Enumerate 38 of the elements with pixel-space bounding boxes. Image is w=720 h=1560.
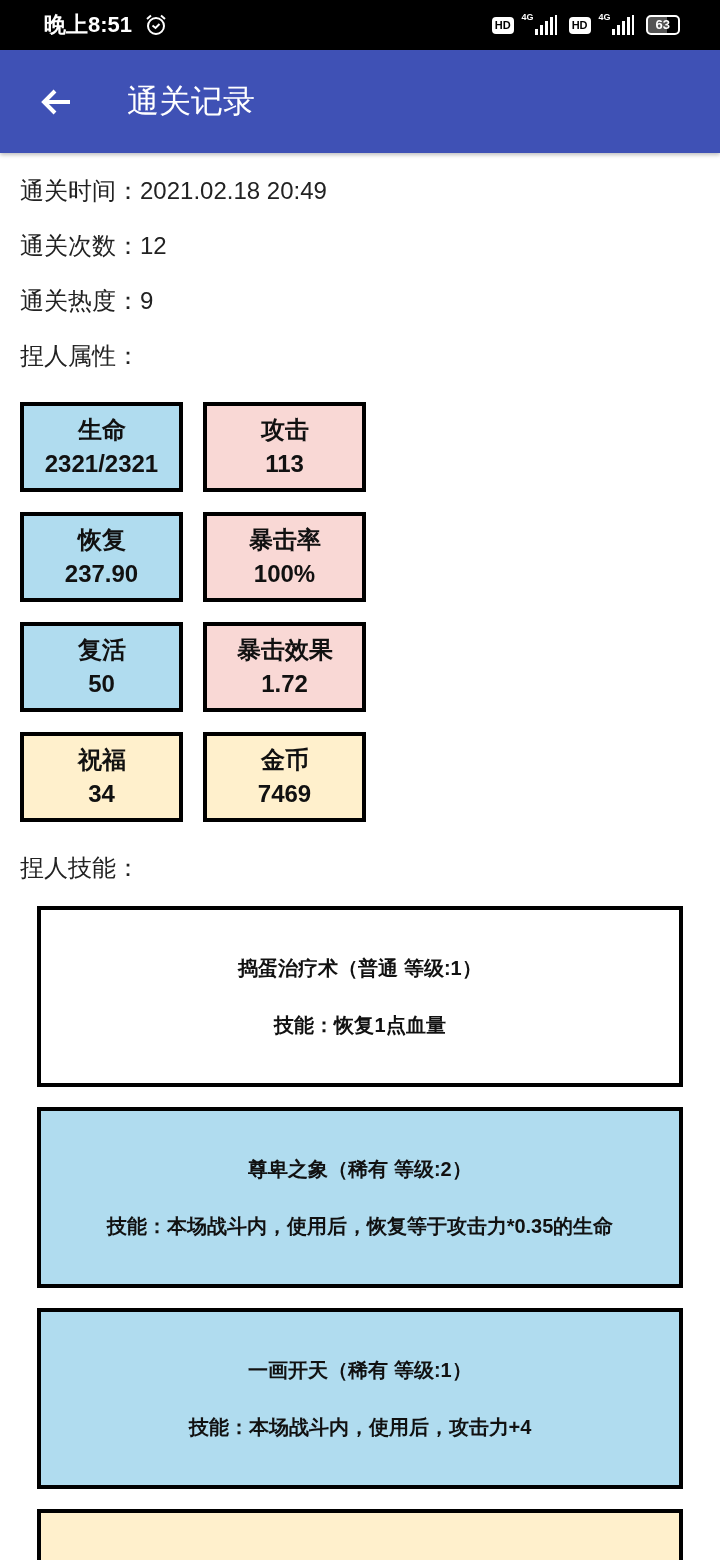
info-line: 通关时间：2021.02.18 20:49 [20,176,327,206]
stat-value: 1.72 [261,669,308,699]
stat-value: 2321/2321 [44,449,159,479]
network-type: 4G [521,12,534,22]
skill-title: 捣蛋治疗术（普通 等级:1） [238,956,482,981]
stat-label: 生命 [77,415,126,445]
stat-label: 攻击 [260,415,309,445]
info-line: 通关热度：9 [20,286,154,316]
skill-title: 尊卑之象（稀有 等级:2） [248,1157,472,1182]
network-type: 4G [598,12,611,22]
skill-title: 一画开天（稀有 等级:1） [248,1358,472,1383]
stat-value: 34 [88,779,115,809]
stat-value: 7469 [257,779,312,809]
back-button[interactable] [40,87,72,116]
stat-value: 237.90 [64,559,139,589]
skill-description: 技能：本场战斗内，使用后，攻击力+4 [188,1415,532,1440]
stat-value: 100% [253,559,316,589]
skill-description: 技能：本场战斗内，使用后，恢复等于攻击力*0.35的生命 [106,1214,614,1239]
signal-icon [611,15,634,35]
back-arrow-icon [40,87,72,116]
signal-icon [534,15,557,35]
info-line: 通关次数：12 [20,231,167,261]
hd-badge: HD [568,16,591,34]
stat-label: 暴击效果 [236,635,333,665]
status-time: 晚上8:51 [44,11,133,39]
stat-label: 暴击率 [248,525,321,555]
stat-value: 113 [265,449,304,479]
stat-label: 祝福 [77,745,126,775]
stat-label: 恢复 [77,525,126,555]
battery-indicator: 63 [645,15,680,35]
stat-label: 复活 [77,635,126,665]
page-title: 通关记录 [127,81,255,121]
stat-label: 金币 [260,745,309,775]
info-line: 捏人属性： [20,341,140,371]
skill-description: 技能：恢复1点血量 [274,1013,446,1038]
section-heading: 捏人技能： [20,853,140,883]
stat-value: 50 [88,669,115,699]
hd-badge: HD [491,16,514,34]
